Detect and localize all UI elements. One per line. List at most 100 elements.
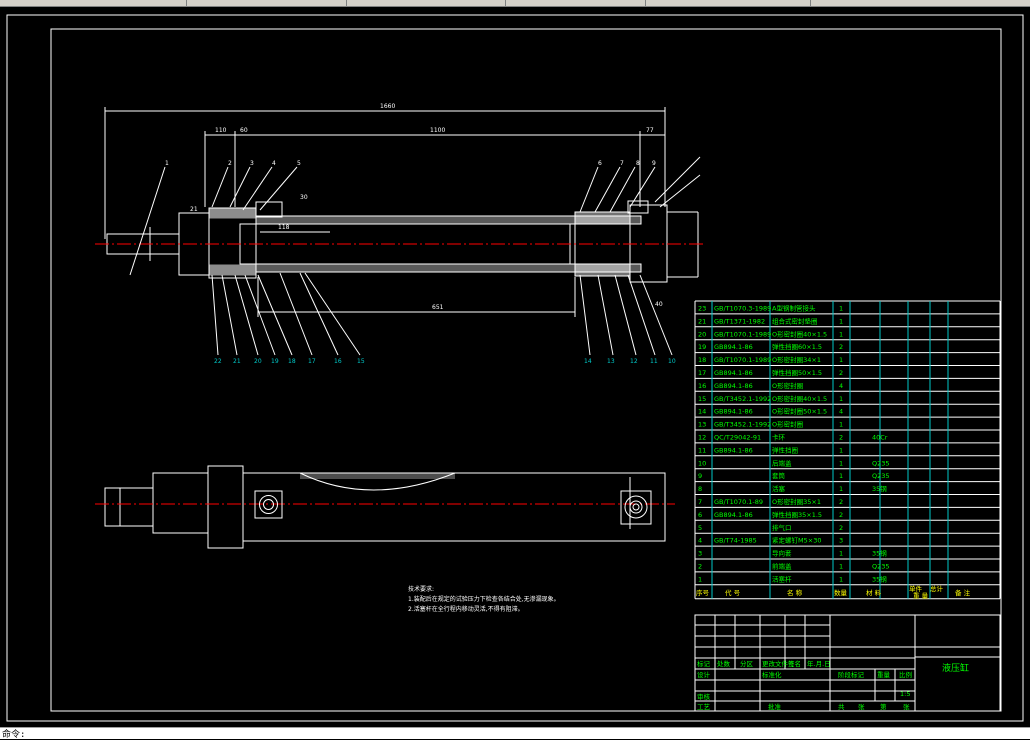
section-view: [95, 107, 705, 356]
bom-row-code: GB/T1070.1-89: [714, 498, 763, 506]
bom-row-code: GB894.1-86: [714, 408, 753, 416]
balloon-top-5: 5: [297, 160, 301, 167]
balloon-bottom-16: 16: [334, 358, 342, 365]
bom-row-name: A型钢制管接头: [772, 304, 816, 313]
bom-row-code: GB/T3452.1-1992: [714, 395, 771, 403]
bom-row-no: 17: [698, 369, 706, 377]
bom-row-name: O形密封圈50×1.5: [772, 407, 827, 416]
balloon-top-9: 9: [652, 160, 656, 167]
tb-approve: 批准: [768, 702, 782, 711]
tb-scale-value: 1:5: [900, 690, 910, 698]
bom-header-material: 材 料: [866, 588, 882, 597]
dim-77: 77: [646, 127, 654, 134]
bom-row-name: 活塞: [772, 484, 786, 493]
dim-1100: 1100: [430, 127, 445, 134]
bom-row-material: 40Cr: [872, 434, 888, 442]
bom-row-no: 4: [698, 537, 702, 545]
bom-row-no: 3: [698, 550, 702, 558]
bom-row-no: 8: [698, 485, 702, 493]
bom-row-qty: 4: [839, 382, 843, 390]
balloon-top-4: 4: [272, 160, 276, 167]
bom-row-qty: 2: [839, 343, 843, 351]
bom-row-no: 6: [698, 511, 702, 519]
sheet-border-inner: [50, 28, 1002, 712]
bom-header-weight-total: 总计: [930, 584, 944, 593]
dim-30: 30: [300, 194, 308, 201]
balloon-top-2: 2: [228, 160, 232, 167]
balloon-top-8: 8: [636, 160, 640, 167]
bom-row-name: O形密封圈34×1: [772, 355, 821, 364]
bom-row-qty: 2: [839, 498, 843, 506]
bom-row-code: GB/T1070.1-1989: [714, 356, 771, 364]
dim-110: 110: [215, 127, 227, 134]
tb-design: 设计: [697, 670, 711, 679]
cad-drawing-canvas[interactable]: 1660 110 60 1100 77 651 118 21 30 40 123…: [0, 7, 1030, 727]
bill-of-materials: 23 GB/T1070.3-1989 A型钢制管接头 121 GB/T1371-1982…: [694, 300, 1001, 600]
command-prompt: 命令:: [2, 730, 26, 740]
balloon-top-3: 3: [250, 160, 254, 167]
tb-stage: 阶段标记: [838, 670, 865, 679]
bom-row-no: 16: [698, 382, 706, 390]
balloon-bottom-21: 21: [233, 358, 241, 365]
bom-row-no: 11: [698, 446, 706, 454]
bom-row-qty: 1: [839, 446, 843, 454]
bom-row-no: 19: [698, 343, 706, 351]
bom-row-name: 弹性挡圈: [772, 445, 798, 454]
bom-row-code: GB894.1-86: [714, 343, 753, 351]
tb-date: 年.月.日: [807, 659, 831, 668]
balloon-bottom-11: 11: [650, 358, 658, 365]
bom-row-no: 18: [698, 356, 706, 364]
tb-sign: 签名: [788, 659, 801, 668]
bom-row-name: O形密封圈40×1.5: [772, 394, 827, 403]
bom-row-name: O形密封圈: [772, 381, 803, 390]
bom-header-no: 序号: [696, 588, 710, 597]
tech-notes-title: 技术要求:: [408, 585, 434, 593]
command-status-bar[interactable]: 命令:: [0, 727, 1030, 740]
bom-row-code: GB/T1070.1-1989: [714, 330, 771, 338]
bom-row-name: 紧定螺钉M5×30: [772, 536, 821, 545]
tb-standard: 标准化: [762, 670, 782, 679]
tb-scale: 比例: [899, 670, 912, 679]
bom-row-qty: 2: [839, 369, 843, 377]
bom-row-code: GB894.1-86: [714, 382, 753, 390]
bom-row-qty: 3: [839, 537, 843, 545]
bom-row-code: GB/T74-1985: [714, 537, 757, 545]
bom-row-code: GB894.1-86: [714, 511, 753, 519]
bom-row-name: 活塞杆: [772, 574, 792, 583]
tech-notes-line1: 1.装配后在规定的试验压力下检查各结合处,无渗漏现象。: [408, 595, 560, 603]
bom-row-no: 23: [698, 305, 706, 313]
balloon-bottom-22: 22: [214, 358, 222, 365]
bom-row-name: 弹性挡圈60×1.5: [772, 342, 822, 351]
bom-row-no: 12: [698, 434, 706, 442]
tb-total: 共: [838, 702, 845, 711]
balloon-bottom-14: 14: [584, 358, 592, 365]
bom-row-name: 前端盖: [772, 562, 792, 571]
dim-118: 118: [278, 224, 290, 231]
bom-row-material: 35钢: [872, 575, 887, 583]
balloon-bottom-18: 18: [288, 358, 296, 365]
tech-notes-line2: 2.活塞杆在全行程内移动灵活,不得有阻滞。: [408, 605, 524, 613]
tb-process: 工艺: [697, 703, 711, 711]
bom-row-no: 9: [698, 472, 702, 480]
bom-row-qty: 1: [839, 305, 843, 313]
bom-row-material: Q235: [872, 563, 890, 571]
bom-row-material: Q235: [872, 459, 890, 467]
bom-row-qty: 1: [839, 459, 843, 467]
bom-row-no: 1: [698, 575, 702, 583]
bom-row-qty: 1: [839, 563, 843, 571]
window-top-bar: [0, 0, 1030, 7]
balloon-bottom-17: 17: [308, 358, 316, 365]
bom-row-name: 后端盖: [772, 458, 792, 467]
bom-row-name: 组合式密封垫圈: [772, 316, 818, 325]
tb-weight: 重量: [877, 671, 891, 679]
bom-row-material: 35钢: [872, 550, 887, 558]
dim-651: 651: [432, 304, 444, 311]
dim-40: 40: [655, 301, 663, 308]
bom-row-name: O形密封圈35×1: [772, 497, 821, 506]
bom-row-material: Q235: [872, 472, 890, 480]
bom-row-code: QC/T29042-91: [714, 434, 761, 442]
bom-row-no: 10: [698, 459, 706, 467]
balloon-bottom-12: 12: [630, 358, 638, 365]
bom-row-qty: 1: [839, 317, 843, 325]
tb-count: 处数: [717, 659, 731, 668]
